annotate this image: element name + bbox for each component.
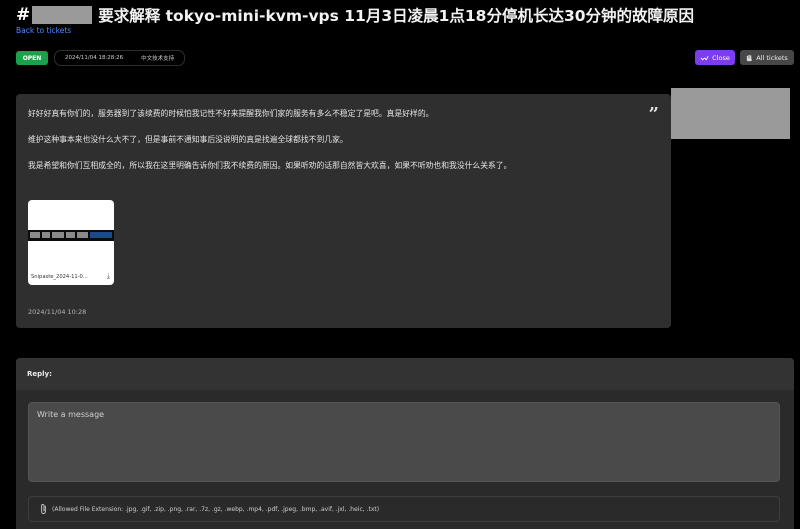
ticket-datetime: 2024/11/04 18:28:26: [65, 55, 124, 61]
page-title: 要求解释 tokyo-mini-kvm-vps 11月3日凌晨1点18分停机长达…: [98, 7, 695, 25]
message-line: 好好好真有你们的，服务器到了该续费的时候怕我记性不好来提醒我你们家的服务有多么不…: [28, 109, 434, 118]
reply-header: Reply:: [16, 358, 794, 390]
reply-label: Reply:: [27, 370, 52, 378]
file-attach-bar[interactable]: (Allowed File Extension: .jpg, .gif, .zi…: [28, 496, 780, 522]
ticket-department: 中文技术支持: [141, 56, 175, 62]
close-ticket-button[interactable]: Close: [695, 50, 735, 65]
message-card: 好好好真有你们的，服务器到了该续费的时候怕我记性不好来提醒我你们家的服务有多么不…: [16, 94, 671, 328]
redacted-side-block: [671, 88, 790, 139]
ticket-status-row: OPEN 2024/11/04 18:28:26 中文技术支持: [16, 50, 186, 66]
reply-panel: Reply: Write a message (Allowed File Ext…: [16, 358, 794, 529]
ticket-meta: 2024/11/04 18:28:26 中文技术支持: [54, 50, 186, 66]
attachment-filename: Snipaste_2024-11-0...: [31, 274, 88, 280]
attachment-thumbnail: [28, 230, 114, 241]
message-textarea[interactable]: Write a message: [28, 402, 780, 482]
quote-icon[interactable]: ”: [649, 104, 659, 125]
message-placeholder: Write a message: [37, 410, 105, 419]
ticket-title-row: # 要求解释 tokyo-mini-kvm-vps 11月3日凌晨1点18分停机…: [16, 4, 694, 26]
all-tickets-label: All tickets: [756, 53, 788, 62]
paperclip-icon[interactable]: [39, 503, 48, 515]
download-icon[interactable]: ⤓: [107, 272, 110, 281]
message-timestamp: 2024/11/04 10:28: [28, 308, 87, 316]
redacted-ticket-id: [32, 6, 93, 24]
back-to-tickets-link[interactable]: Back to tickets: [16, 26, 71, 35]
message-line: 我是希望和你们互相成全的，所以我在这里明确告诉你们我不续费的原因。如果听劝的话那…: [28, 161, 512, 170]
check-icon: [700, 55, 709, 61]
allowed-extensions-text: (Allowed File Extension: .jpg, .gif, .zi…: [52, 505, 380, 513]
all-tickets-button[interactable]: All tickets: [740, 50, 794, 65]
hand-icon: [747, 54, 752, 61]
attachment-card[interactable]: Snipaste_2024-11-0... ⤓: [28, 200, 114, 285]
status-badge: OPEN: [16, 51, 48, 65]
message-line: 维护这种事本来也没什么大不了，但是事前不通知事后没说明的真是找遍全球都找不到几家…: [28, 135, 348, 144]
ticket-hash: #: [16, 5, 31, 25]
close-button-label: Close: [712, 53, 730, 62]
